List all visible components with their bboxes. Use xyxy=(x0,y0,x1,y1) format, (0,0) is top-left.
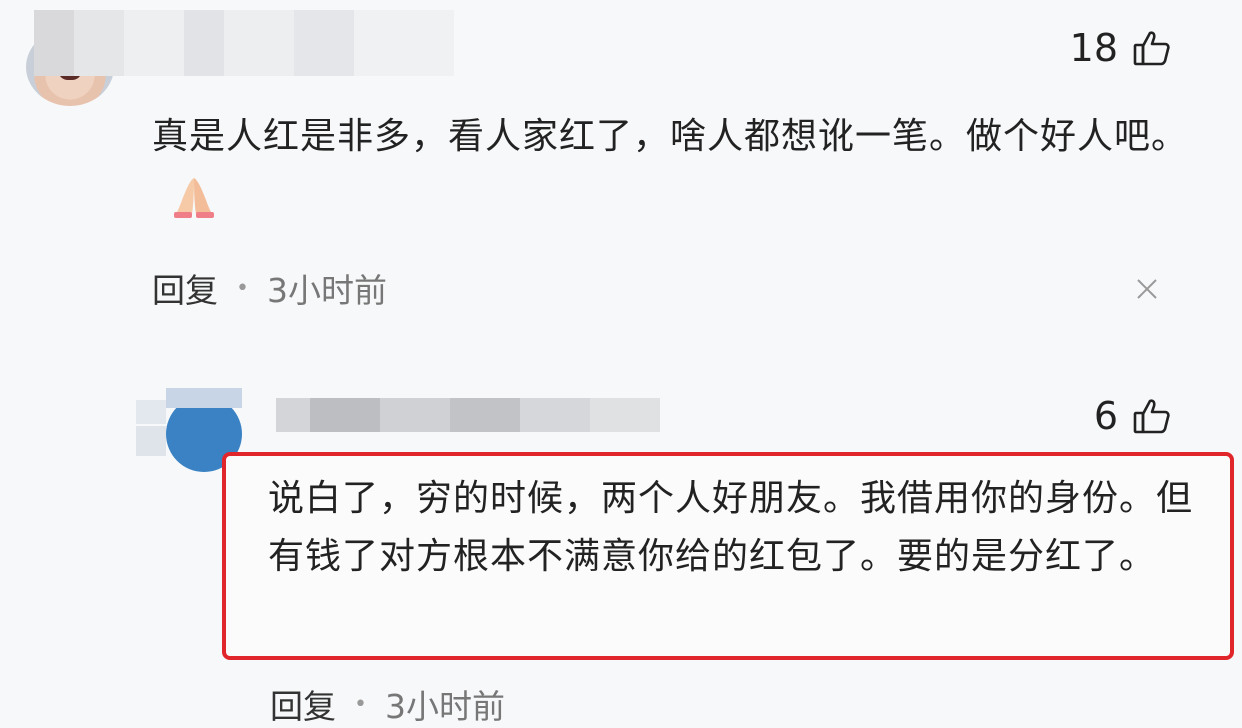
commenter-name-blurred[interactable] xyxy=(276,398,660,432)
commenter-name-blurred[interactable] xyxy=(34,10,454,76)
comment-text: 真是人红是非多，看人家红了，啥人都想讹一笔。做个好人吧。 xyxy=(152,108,1192,224)
like-count: 6 xyxy=(1093,394,1118,438)
separator-dot: • xyxy=(354,691,367,717)
comment-meta: 回复 • 3小时前 xyxy=(270,680,505,728)
like-group[interactable]: 6 xyxy=(1094,394,1172,438)
like-group[interactable]: 18 xyxy=(1070,26,1172,70)
reply-button[interactable]: 回复 xyxy=(270,680,336,728)
separator-dot: • xyxy=(236,275,249,301)
folded-hands-emoji-icon xyxy=(174,178,214,218)
timestamp: 3小时前 xyxy=(384,687,505,726)
thumbs-up-icon[interactable] xyxy=(1132,396,1172,436)
comment-meta: 回复 • 3小时前 xyxy=(152,264,387,312)
comment-text: 说白了，穷的时候，两个人好朋友。我借用你的身份。但有钱了对方根本不满意你给的红包… xyxy=(268,478,1194,577)
thumbs-up-icon[interactable] xyxy=(1132,28,1172,68)
reply-button[interactable]: 回复 xyxy=(152,264,218,312)
close-icon[interactable] xyxy=(1134,276,1160,302)
timestamp: 3小时前 xyxy=(266,271,387,310)
like-count: 18 xyxy=(1069,26,1118,70)
